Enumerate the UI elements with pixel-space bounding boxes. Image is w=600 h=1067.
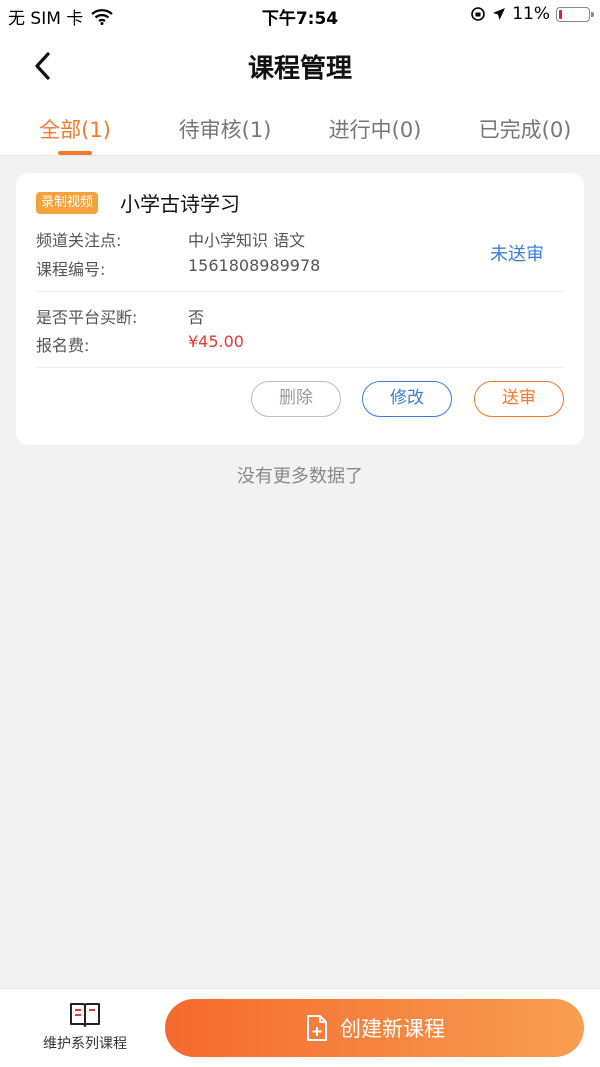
review-status: 未送审 (490, 244, 544, 265)
maintain-series-button[interactable]: 维护系列课程 (30, 1001, 140, 1057)
delete-button[interactable]: 删除 (251, 381, 341, 417)
tab-bar: 全部(1) 待审核(1) 进行中(0) 已完成(0) (0, 102, 600, 156)
tab-in-progress[interactable]: 进行中(0) (300, 102, 450, 155)
bottom-bar: 维护系列课程 创建新课程 (0, 988, 600, 1067)
course-code-value: 1561808989978 (188, 256, 321, 275)
fee-label: 报名费: (36, 336, 90, 355)
course-name: 小学古诗学习 (120, 192, 240, 216)
edit-button[interactable]: 修改 (362, 381, 452, 417)
card-divider (36, 291, 564, 292)
new-file-icon (307, 1015, 327, 1041)
tab-completed[interactable]: 已完成(0) (450, 102, 600, 155)
submit-review-button[interactable]: 送审 (474, 381, 564, 417)
buyout-label: 是否平台买断: (36, 308, 138, 327)
tab-all[interactable]: 全部(1) (0, 102, 150, 155)
fee-value: ¥45.00 (188, 332, 244, 351)
header: 课程管理 (0, 30, 600, 102)
battery-icon (556, 6, 594, 22)
location-icon (493, 8, 506, 20)
orientation-lock-icon (471, 7, 486, 21)
buyout-value: 否 (188, 308, 205, 327)
status-right: 11% (470, 4, 594, 24)
status-bar: 无 SIM 卡 下午7:54 11% (0, 0, 600, 30)
book-icon (70, 1003, 100, 1027)
card-divider (36, 367, 564, 368)
focus-label: 频道关注点: (36, 231, 122, 250)
maintain-series-label: 维护系列课程 (43, 1036, 127, 1052)
page-title: 课程管理 (247, 54, 352, 84)
course-card[interactable]: 录制视频 小学古诗学习 频道关注点: 中小学知识 语文 课程编号: 156180… (16, 173, 584, 445)
create-course-button[interactable]: 创建新课程 (165, 999, 584, 1057)
course-type-tag: 录制视频 (36, 192, 99, 214)
tab-pending-review[interactable]: 待审核(1) (150, 102, 300, 155)
battery-label: 11% (512, 4, 550, 24)
course-code-label: 课程编号: (36, 260, 106, 279)
no-more-data-text: 没有更多数据了 (237, 466, 363, 487)
battery-fill (559, 9, 563, 19)
create-course-label: 创建新课程 (340, 1017, 445, 1041)
focus-value: 中小学知识 语文 (188, 231, 306, 250)
